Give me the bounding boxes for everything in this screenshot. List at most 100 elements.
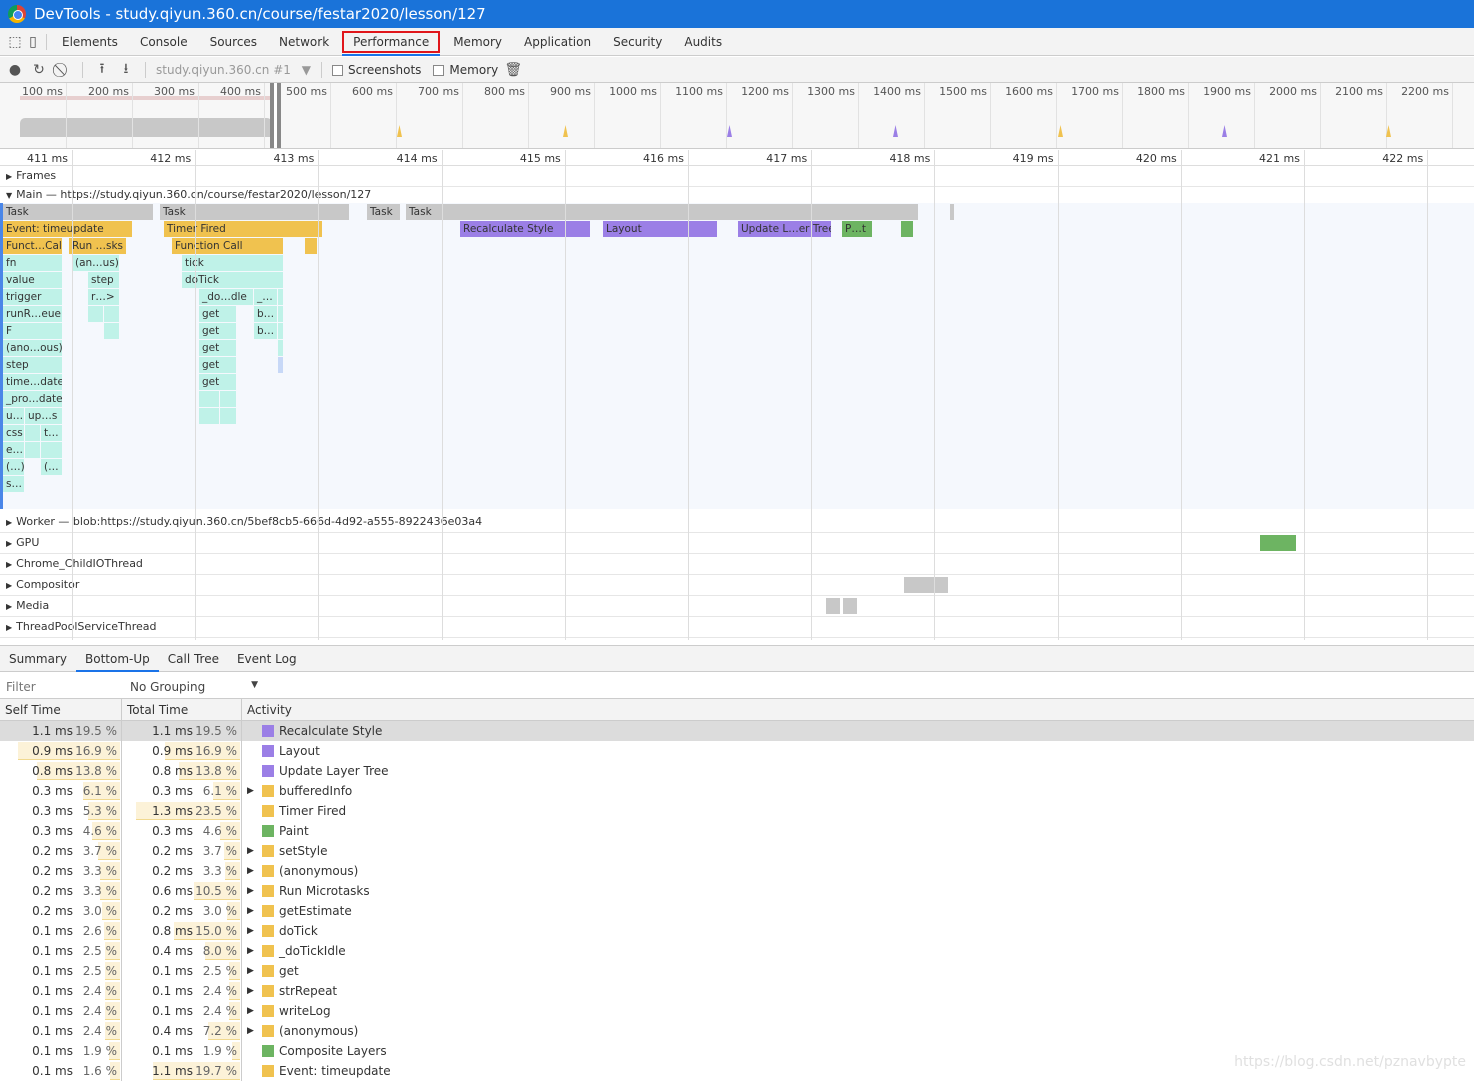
flame-block[interactable]: (ano…ous)	[3, 340, 62, 356]
flame-block[interactable]: get	[199, 357, 236, 373]
flame-block[interactable]: Update L…er Tree	[738, 221, 831, 237]
media-event[interactable]	[826, 598, 840, 614]
table-row[interactable]: 0.2 ms 3.0 % 0.2 ms 3.0 % ▶ getEstimate	[0, 901, 1474, 921]
garbage-collect-icon[interactable]: 🗑	[504, 62, 522, 78]
flame-block[interactable]: css	[3, 425, 24, 441]
flame-block-unlabeled[interactable]	[278, 340, 283, 356]
track-io-thread[interactable]: ▶ Chrome_ChildIOThread	[0, 554, 1474, 575]
tab-security[interactable]: Security	[602, 28, 673, 56]
table-row[interactable]: 0.9 ms 16.9 % 0.9 ms 16.9 % Layout	[0, 741, 1474, 761]
flame-block-unlabeled[interactable]	[901, 221, 913, 237]
track-worker[interactable]: ▶ Worker — blob:https://study.qiyun.360.c…	[0, 512, 1474, 533]
flame-block-unlabeled[interactable]	[199, 391, 219, 407]
gpu-event[interactable]	[1260, 535, 1296, 551]
tab-event-log[interactable]: Event Log	[228, 646, 306, 672]
flame-block-unlabeled[interactable]	[104, 323, 119, 339]
record-icon[interactable]: ●	[6, 62, 24, 78]
flame-block[interactable]: Funct…Call	[3, 238, 62, 254]
filter-input[interactable]	[0, 676, 122, 697]
target-select[interactable]: study.qiyun.360.cn #1 ▼	[156, 63, 311, 77]
flame-block[interactable]: _do…dle	[199, 289, 253, 305]
flame-block-unlabeled[interactable]	[305, 238, 317, 254]
table-row[interactable]: 0.3 ms 5.3 % 1.3 ms 23.5 % Timer Fired	[0, 801, 1474, 821]
expand-arrow-icon[interactable]: ▶	[247, 1001, 254, 1021]
flame-block[interactable]: fn	[3, 255, 62, 271]
flame-block[interactable]: P…t	[842, 221, 872, 237]
tab-elements[interactable]: Elements	[51, 28, 129, 56]
flame-block-unlabeled[interactable]	[199, 408, 219, 424]
expand-arrow-icon[interactable]: ▶	[247, 901, 254, 921]
flame-block[interactable]: Task	[367, 204, 400, 220]
flame-block[interactable]: get	[199, 374, 236, 390]
tab-performance[interactable]: Performance	[342, 30, 441, 56]
flame-block[interactable]: time…date	[3, 374, 62, 390]
inspect-element-icon[interactable]: ⬚	[6, 34, 24, 50]
table-row[interactable]: 0.2 ms 3.7 % 0.2 ms 3.7 % ▶ setStyle	[0, 841, 1474, 861]
flame-block[interactable]: up…s	[25, 408, 62, 424]
track-frames[interactable]: ▶ Frames	[0, 166, 1474, 187]
track-compositor[interactable]: ▶ Compositor	[0, 575, 1474, 596]
table-row[interactable]: 0.3 ms 6.1 % 0.3 ms 6.1 % ▶ bufferedInfo	[0, 781, 1474, 801]
table-row[interactable]: 0.2 ms 3.3 % 0.6 ms 10.5 % ▶ Run Microtasks	[0, 881, 1474, 901]
flame-block[interactable]: tick	[182, 255, 283, 271]
expand-arrow-icon[interactable]: ▶	[247, 921, 254, 941]
table-row[interactable]: 0.1 ms 2.5 % 0.1 ms 2.5 % ▶ get	[0, 961, 1474, 981]
flame-block-unlabeled[interactable]	[220, 408, 236, 424]
flame-block[interactable]: F	[3, 323, 62, 339]
expand-arrow-icon[interactable]: ▶	[247, 781, 254, 801]
save-profile-icon[interactable]: ⭳	[117, 58, 135, 82]
grouping-select[interactable]: No Grouping ▼	[130, 680, 258, 694]
table-row[interactable]: 0.1 ms 2.4 % 0.1 ms 2.4 % ▶ strRepeat	[0, 981, 1474, 1001]
tab-call-tree[interactable]: Call Tree	[159, 646, 228, 672]
flame-block[interactable]: step	[3, 357, 62, 373]
header-total-time[interactable]: Total Time	[122, 699, 242, 721]
table-row[interactable]: 0.1 ms 2.4 % 0.4 ms 7.2 % ▶ (anonymous)	[0, 1021, 1474, 1041]
tab-sources[interactable]: Sources	[199, 28, 268, 56]
flame-block[interactable]: get	[199, 340, 236, 356]
flame-block[interactable]: runR…eue	[3, 306, 62, 322]
flame-block[interactable]: Recalculate Style	[460, 221, 590, 237]
flame-block[interactable]: trigger	[3, 289, 62, 305]
table-row[interactable]: 0.8 ms 13.8 % 0.8 ms 13.8 % Update Layer Tre…	[0, 761, 1474, 781]
flame-block-unlabeled[interactable]	[25, 425, 40, 441]
flame-block[interactable]: u…	[3, 408, 24, 424]
table-row[interactable]: 0.1 ms 2.6 % 0.8 ms 15.0 % ▶ doTick	[0, 921, 1474, 941]
flame-block[interactable]: Function Call	[172, 238, 283, 254]
flame-block[interactable]: s…	[3, 476, 24, 492]
track-threadpool[interactable]: ▶ ThreadPoolServiceThread	[0, 617, 1474, 638]
flame-block-unlabeled[interactable]	[278, 357, 283, 373]
expand-arrow-icon[interactable]: ▶	[247, 941, 254, 961]
flame-block[interactable]: Layout	[603, 221, 717, 237]
flame-block-unlabeled[interactable]	[220, 391, 236, 407]
expand-arrow-icon[interactable]: ▶	[247, 981, 254, 1001]
flame-block[interactable]: Timer Fired	[164, 221, 322, 237]
flame-block[interactable]: (…)	[3, 459, 24, 475]
device-toolbar-icon[interactable]: ▯	[24, 34, 42, 50]
header-activity[interactable]: Activity	[242, 699, 1474, 721]
track-gpu[interactable]: ▶ GPU	[0, 533, 1474, 554]
flame-block-unlabeled[interactable]	[278, 323, 283, 339]
flame-block-unlabeled[interactable]	[25, 442, 40, 458]
flame-block[interactable]: step	[88, 272, 119, 288]
flame-block[interactable]: get	[199, 306, 236, 322]
flame-block[interactable]: Run …sks	[69, 238, 126, 254]
main-flame-chart[interactable]: Task Task Task Task Event: timeupdate Timer F…	[0, 203, 1474, 509]
flame-block[interactable]: Task	[160, 204, 349, 220]
flame-block[interactable]: e…	[3, 442, 24, 458]
flame-block-unlabeled[interactable]	[278, 289, 283, 305]
flame-block[interactable]: Event: timeupdate	[3, 221, 132, 237]
flame-block[interactable]: (an…us)	[72, 255, 119, 271]
timeline-overview[interactable]: 100 ms 200 ms 300 ms 400 ms 500 ms 600 ms 700 …	[0, 83, 1474, 149]
flame-block[interactable]: t…	[41, 425, 62, 441]
flame-block[interactable]: _…	[254, 289, 277, 305]
compositor-event[interactable]	[904, 577, 948, 593]
flame-block-unlabeled[interactable]	[950, 204, 954, 220]
reload-record-icon[interactable]: ↻	[30, 62, 48, 78]
flame-block-unlabeled[interactable]	[88, 306, 103, 322]
flame-block[interactable]: doTick	[182, 272, 283, 288]
flame-block[interactable]: Task	[406, 204, 918, 220]
table-row[interactable]: 0.1 ms 2.5 % 0.4 ms 8.0 % ▶ _doTickIdle	[0, 941, 1474, 961]
table-row[interactable]: 1.1 ms 19.5 % 1.1 ms 19.5 % Recalculate Styl…	[0, 721, 1474, 741]
tab-application[interactable]: Application	[513, 28, 602, 56]
expand-arrow-icon[interactable]: ▶	[247, 1021, 254, 1041]
